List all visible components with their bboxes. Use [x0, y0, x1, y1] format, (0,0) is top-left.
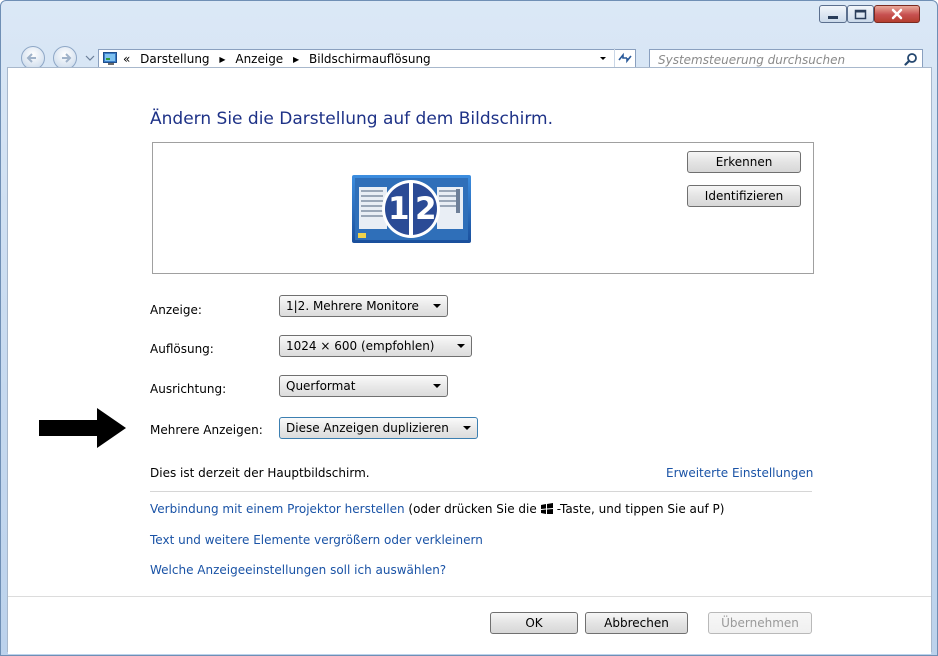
- minimize-icon: [828, 16, 838, 19]
- apply-button-label: Übernehmen: [721, 616, 799, 630]
- control-panel-window: « Darstellung ▶ Anzeige ▶ Bildschirmaufl…: [0, 0, 938, 656]
- primary-display-note: Dies ist derzeit der Hauptbildschirm.: [150, 466, 370, 480]
- apply-button[interactable]: Übernehmen: [708, 612, 812, 634]
- breadcrumb-separator-icon[interactable]: ▶: [219, 55, 225, 64]
- maximize-button[interactable]: [847, 5, 874, 23]
- monitor-number-1: 1: [388, 191, 410, 227]
- projector-row: Verbindung mit einem Projektor herstelle…: [150, 501, 724, 517]
- detect-button-label: Erkennen: [715, 155, 773, 169]
- divider: [150, 491, 812, 492]
- multiple-displays-select[interactable]: Diese Anzeigen duplizieren: [279, 417, 478, 439]
- resolution-select-value: 1024 × 600 (empfohlen): [286, 339, 435, 353]
- advanced-settings-link[interactable]: Erweiterte Einstellungen: [666, 465, 813, 481]
- refresh-icon: [618, 52, 632, 64]
- monitor-icon: [352, 175, 471, 243]
- search-icon[interactable]: [904, 52, 918, 66]
- detect-button[interactable]: Erkennen: [687, 151, 801, 173]
- chevron-down-icon: [433, 304, 441, 308]
- ok-button-label: OK: [525, 616, 543, 630]
- forward-arrow-icon: [62, 53, 72, 63]
- breadcrumb-bildschirmaufloesung[interactable]: Bildschirmauflösung: [309, 52, 431, 66]
- monitor-tile[interactable]: 1 2: [352, 175, 471, 243]
- search-input[interactable]: Systemsteuerung durchsuchen: [658, 52, 845, 68]
- control-panel-icon: [103, 52, 117, 65]
- which-settings-link[interactable]: Welche Anzeigeeinstellungen soll ich aus…: [150, 562, 446, 578]
- display-label: Anzeige:: [150, 303, 202, 317]
- resolution-select[interactable]: 1024 × 600 (empfohlen): [279, 335, 472, 357]
- back-arrow-icon: [26, 53, 36, 63]
- projector-link[interactable]: Verbindung mit einem Projektor herstelle…: [150, 502, 405, 516]
- close-button[interactable]: [874, 5, 920, 23]
- breadcrumb-separator-icon[interactable]: ▶: [293, 55, 299, 64]
- search-box[interactable]: Systemsteuerung durchsuchen: [649, 49, 923, 69]
- address-dropdown-icon[interactable]: [594, 48, 612, 68]
- identify-button[interactable]: Identifizieren: [687, 185, 801, 207]
- content-pane: Ändern Sie die Darstellung auf dem Bilds…: [7, 67, 932, 654]
- ok-button[interactable]: OK: [490, 612, 578, 634]
- breadcrumb-overflow[interactable]: «: [123, 52, 130, 66]
- refresh-button[interactable]: [614, 48, 635, 68]
- orientation-select[interactable]: Querformat: [279, 375, 448, 397]
- orientation-label: Ausrichtung:: [150, 382, 227, 396]
- title-bar: [1, 1, 937, 37]
- close-icon: [891, 8, 903, 20]
- text-size-link[interactable]: Text und weitere Elemente vergrößern ode…: [150, 532, 483, 548]
- identify-button-label: Identifizieren: [704, 189, 784, 203]
- dialog-footer: OK Abbrechen Übernehmen: [8, 596, 931, 654]
- chevron-down-icon: [463, 426, 471, 430]
- monitor-number-2: 2: [415, 191, 437, 227]
- breadcrumb-darstellung[interactable]: Darstellung: [140, 52, 209, 66]
- orientation-select-value: Querformat: [286, 379, 356, 393]
- navigation-bar: « Darstellung ▶ Anzeige ▶ Bildschirmaufl…: [1, 37, 937, 70]
- cancel-button[interactable]: Abbrechen: [585, 612, 688, 634]
- projector-hint-end: -Taste, und tippen Sie auf P): [556, 502, 725, 516]
- arrow-pointer-icon: [39, 408, 126, 448]
- display-select-value: 1|2. Mehrere Monitore: [286, 299, 419, 313]
- projector-hint-start: (oder drücken Sie die: [408, 502, 537, 516]
- resolution-label: Auflösung:: [150, 342, 214, 356]
- multiple-displays-select-value: Diese Anzeigen duplizieren: [286, 421, 449, 435]
- breadcrumb-anzeige[interactable]: Anzeige: [235, 52, 283, 66]
- multiple-displays-label: Mehrere Anzeigen:: [150, 423, 263, 437]
- minimize-button[interactable]: [819, 5, 847, 23]
- windows-logo-icon: [540, 503, 553, 514]
- chevron-down-icon: [433, 384, 441, 388]
- cancel-button-label: Abbrechen: [604, 616, 669, 630]
- monitor-preview-area: 1 2 Erkennen Identifizieren: [152, 142, 814, 274]
- chevron-down-icon: [457, 344, 465, 348]
- address-bar[interactable]: « Darstellung ▶ Anzeige ▶ Bildschirmaufl…: [98, 49, 636, 69]
- maximize-icon: [854, 9, 867, 20]
- display-select[interactable]: 1|2. Mehrere Monitore: [279, 295, 448, 317]
- recent-pages-icon[interactable]: [85, 53, 95, 63]
- page-title: Ändern Sie die Darstellung auf dem Bilds…: [150, 109, 553, 129]
